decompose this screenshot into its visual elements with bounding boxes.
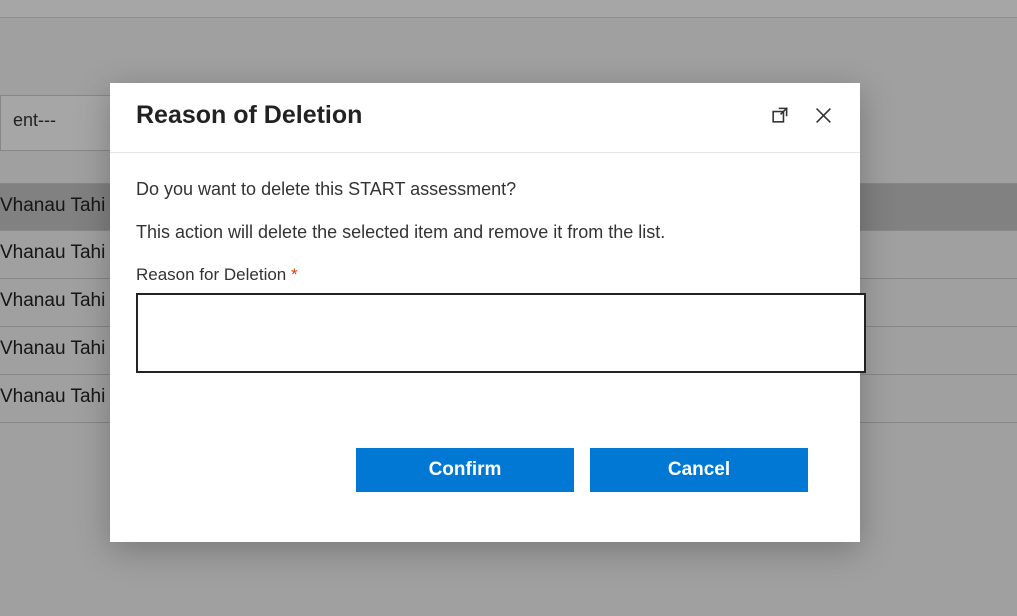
modal-description: This action will delete the selected ite… [136, 222, 834, 243]
close-icon[interactable] [812, 105, 834, 127]
reason-textarea[interactable] [136, 293, 866, 373]
modal-body: Do you want to delete this START assessm… [110, 153, 860, 542]
required-marker: * [291, 265, 298, 284]
delete-reason-modal: Reason of Deletion Do you want to delete… [110, 83, 860, 542]
confirm-button[interactable]: Confirm [356, 448, 574, 492]
modal-footer: Confirm Cancel [136, 448, 834, 514]
modal-header-actions [768, 105, 834, 127]
modal-header: Reason of Deletion [110, 83, 860, 153]
cancel-button[interactable]: Cancel [590, 448, 808, 492]
modal-prompt: Do you want to delete this START assessm… [136, 179, 834, 200]
modal-title: Reason of Deletion [136, 101, 768, 130]
popout-icon[interactable] [768, 105, 790, 127]
reason-field-label: Reason for Deletion * [136, 265, 834, 285]
reason-label-text: Reason for Deletion [136, 265, 286, 284]
